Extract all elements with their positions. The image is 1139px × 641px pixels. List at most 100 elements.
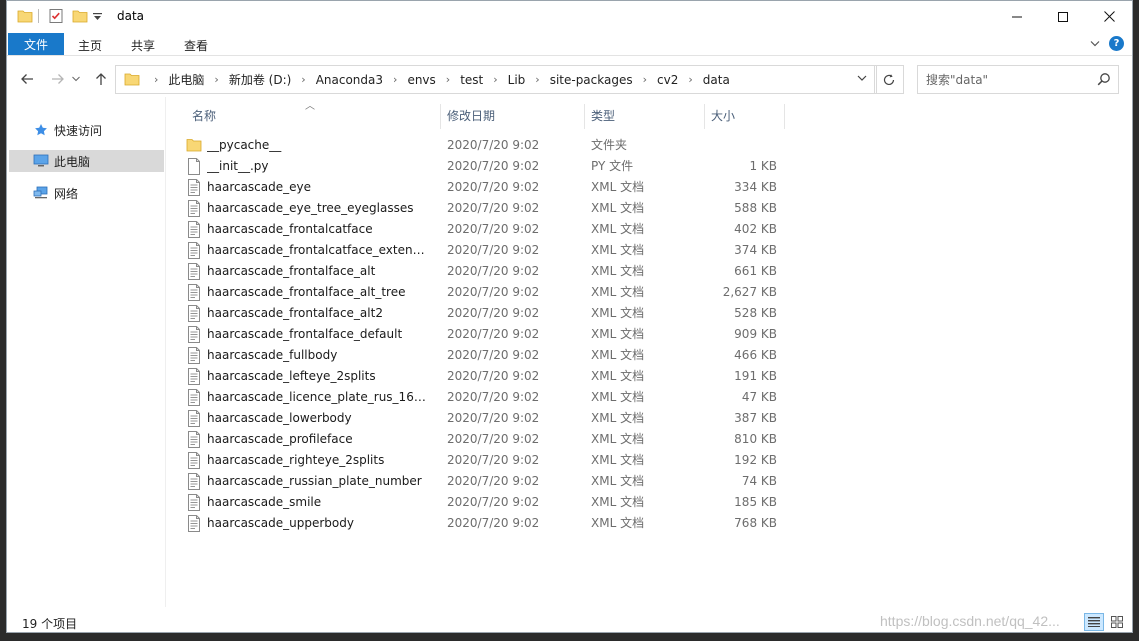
file-date: 2020/7/20 9:02: [447, 327, 540, 341]
search-box[interactable]: [917, 65, 1119, 94]
file-name[interactable]: haarcascade_smile: [207, 492, 431, 513]
table-row[interactable]: haarcascade_eye_tree_eyeglasses 2020/7/20…: [186, 198, 786, 219]
file-name[interactable]: haarcascade_eye_tree_eyeglasses: [207, 198, 431, 219]
file-name[interactable]: __pycache__: [207, 135, 431, 156]
file-name[interactable]: haarcascade_profileface: [207, 429, 431, 450]
chevron-right-icon[interactable]: ›: [527, 73, 547, 86]
xml-doc-icon: [186, 284, 202, 301]
file-name[interactable]: haarcascade_russian_plate_number: [207, 471, 431, 492]
table-row[interactable]: haarcascade_fullbody 2020/7/20 9:02 XML 文档…: [186, 345, 786, 366]
tab-home[interactable]: 主页: [78, 37, 102, 54]
table-row[interactable]: haarcascade_frontalface_alt_tree 2020/7/2…: [186, 282, 786, 303]
file-name[interactable]: haarcascade_eye: [207, 177, 431, 198]
file-size: 909 KB: [734, 327, 777, 341]
file-name[interactable]: haarcascade_upperbody: [207, 513, 431, 534]
table-row[interactable]: haarcascade_frontalface_alt 2020/7/20 9:0…: [186, 261, 786, 282]
file-name[interactable]: haarcascade_licence_plate_rus_16sta...: [207, 387, 431, 408]
xml-doc-icon: [186, 494, 202, 511]
file-type: XML 文档: [591, 453, 645, 467]
minimize-button[interactable]: [994, 1, 1040, 32]
breadcrumb-item[interactable]: cv2: [655, 73, 680, 87]
file-name[interactable]: haarcascade_frontalface_alt2: [207, 303, 431, 324]
chevron-down-icon[interactable]: [856, 72, 870, 86]
tab-share[interactable]: 共享: [131, 37, 155, 54]
breadcrumb-item[interactable]: envs: [405, 73, 437, 87]
column-header-date[interactable]: 修改日期: [441, 104, 584, 129]
file-type: XML 文档: [591, 222, 645, 236]
column-header-name[interactable]: 名称: [186, 104, 440, 129]
breadcrumb-item[interactable]: Anaconda3: [314, 73, 385, 87]
file-name[interactable]: haarcascade_frontalface_default: [207, 324, 431, 345]
breadcrumb-item-current[interactable]: data: [701, 73, 732, 87]
chevron-right-icon[interactable]: ›: [485, 73, 505, 86]
column-header-type[interactable]: 类型: [585, 104, 704, 129]
chevron-right-icon[interactable]: ›: [635, 73, 655, 86]
tab-view[interactable]: 查看: [184, 37, 208, 54]
table-row[interactable]: haarcascade_frontalcatface_extended 2020/…: [186, 240, 786, 261]
sidebar-item-network[interactable]: 网络: [9, 182, 164, 204]
search-icon[interactable]: [1097, 72, 1111, 89]
file-date: 2020/7/20 9:02: [447, 201, 540, 215]
file-name[interactable]: __init__.py: [207, 156, 431, 177]
refresh-button[interactable]: [874, 65, 904, 94]
file-name[interactable]: haarcascade_frontalcatface_extended: [207, 240, 431, 261]
chevron-right-icon[interactable]: ›: [385, 73, 405, 86]
chevron-right-icon[interactable]: ›: [293, 73, 313, 86]
sidebar-item-this-pc[interactable]: 此电脑: [9, 150, 164, 172]
breadcrumb-item[interactable]: Lib: [506, 73, 528, 87]
new-folder-icon[interactable]: [72, 8, 88, 27]
sidebar-item-quick-access[interactable]: 快速访问: [9, 119, 164, 141]
breadcrumb-item[interactable]: 此电脑: [166, 71, 206, 88]
table-row[interactable]: haarcascade_profileface 2020/7/20 9:02 XML…: [186, 429, 786, 450]
chevron-right-icon[interactable]: ›: [438, 73, 458, 86]
column-divider[interactable]: [784, 104, 785, 129]
file-type: XML 文档: [591, 411, 645, 425]
file-name[interactable]: haarcascade_lefteye_2splits: [207, 366, 431, 387]
file-name[interactable]: haarcascade_righteye_2splits: [207, 450, 431, 471]
customize-toolbar-icon[interactable]: [93, 11, 102, 25]
table-row[interactable]: __pycache__ 2020/7/20 9:02 文件夹: [186, 135, 786, 156]
tab-file[interactable]: 文件: [8, 33, 64, 55]
table-row[interactable]: __init__.py 2020/7/20 9:02 PY 文件 1 KB: [186, 156, 786, 177]
details-view-button[interactable]: [1084, 613, 1104, 631]
table-row[interactable]: haarcascade_licence_plate_rus_16sta... 20…: [186, 387, 786, 408]
table-row[interactable]: haarcascade_upperbody 2020/7/20 9:02 XML 文…: [186, 513, 786, 534]
table-row[interactable]: haarcascade_lefteye_2splits 2020/7/20 9:0…: [186, 366, 786, 387]
up-button[interactable]: [92, 70, 110, 88]
breadcrumb-item[interactable]: 新加卷 (D:): [227, 71, 293, 88]
breadcrumb: › 此电脑 › 新加卷 (D:) › Anaconda3 › envs › te…: [146, 66, 732, 93]
xml-doc-icon: [186, 200, 202, 217]
table-row[interactable]: haarcascade_frontalface_default 2020/7/20…: [186, 324, 786, 345]
close-button[interactable]: [1086, 1, 1132, 32]
breadcrumb-item[interactable]: site-packages: [548, 73, 635, 87]
properties-icon[interactable]: [48, 8, 64, 27]
table-row[interactable]: haarcascade_frontalface_alt2 2020/7/20 9:…: [186, 303, 786, 324]
search-input[interactable]: [918, 66, 1093, 93]
help-icon[interactable]: ?: [1109, 36, 1124, 51]
table-row[interactable]: haarcascade_eye 2020/7/20 9:02 XML 文档 334 K…: [186, 177, 786, 198]
column-header-size[interactable]: 大小: [705, 104, 784, 129]
chevron-right-icon[interactable]: ›: [206, 73, 226, 86]
chevron-right-icon[interactable]: ›: [146, 73, 166, 86]
expand-ribbon-icon[interactable]: [1090, 37, 1100, 51]
table-row[interactable]: haarcascade_russian_plate_number 2020/7/2…: [186, 471, 786, 492]
table-row[interactable]: haarcascade_lowerbody 2020/7/20 9:02 XML 文…: [186, 408, 786, 429]
file-name[interactable]: haarcascade_frontalcatface: [207, 219, 431, 240]
address-bar[interactable]: › 此电脑 › 新加卷 (D:) › Anaconda3 › envs › te…: [115, 65, 877, 94]
maximize-button[interactable]: [1040, 1, 1086, 32]
recent-locations-button[interactable]: [71, 70, 81, 88]
table-row[interactable]: haarcascade_frontalcatface 2020/7/20 9:02…: [186, 219, 786, 240]
back-button[interactable]: [18, 70, 36, 88]
breadcrumb-item[interactable]: test: [458, 73, 485, 87]
table-row[interactable]: haarcascade_smile 2020/7/20 9:02 XML 文档 185…: [186, 492, 786, 513]
file-type: XML 文档: [591, 264, 645, 278]
file-name[interactable]: haarcascade_fullbody: [207, 345, 431, 366]
table-row[interactable]: haarcascade_righteye_2splits 2020/7/20 9:…: [186, 450, 786, 471]
forward-button[interactable]: [49, 70, 67, 88]
sidebar-item-label: 网络: [54, 186, 79, 201]
chevron-right-icon[interactable]: ›: [680, 73, 700, 86]
large-icons-view-button[interactable]: [1107, 613, 1127, 631]
file-name[interactable]: haarcascade_frontalface_alt: [207, 261, 431, 282]
file-name[interactable]: haarcascade_lowerbody: [207, 408, 431, 429]
file-name[interactable]: haarcascade_frontalface_alt_tree: [207, 282, 431, 303]
